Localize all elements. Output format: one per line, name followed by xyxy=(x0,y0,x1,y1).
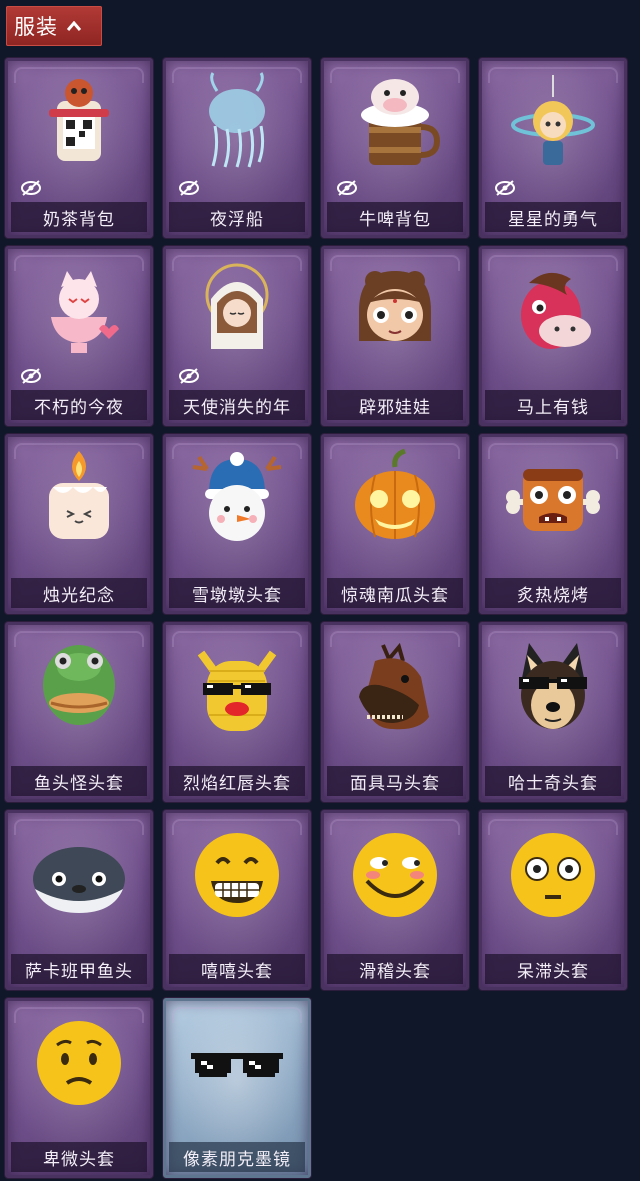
item-card[interactable]: 惊魂南瓜头套 xyxy=(321,434,469,614)
item-name: 像素朋克墨镜 xyxy=(169,1142,305,1172)
item-card[interactable]: 辟邪娃娃 xyxy=(321,246,469,426)
item-name: 滑稽头套 xyxy=(327,954,463,984)
dazed-emoji-icon xyxy=(503,823,603,927)
chevron-up-icon xyxy=(66,19,82,34)
item-card[interactable]: 萨卡班甲鱼头 xyxy=(5,810,153,990)
item-card[interactable]: 烛光纪念 xyxy=(5,434,153,614)
milk-tea-backpack-icon xyxy=(29,71,129,175)
item-name: 嘻嘻头套 xyxy=(169,954,305,984)
sacabambaspis-icon xyxy=(29,823,129,927)
red-horse-head-icon xyxy=(503,259,603,363)
grin-emoji-icon xyxy=(187,823,287,927)
item-card[interactable]: 哈士奇头套 xyxy=(479,622,627,802)
husky-head-icon xyxy=(503,635,603,739)
yellow-mask-icon xyxy=(187,635,287,739)
eye-hidden-icon[interactable] xyxy=(336,180,358,196)
item-card[interactable]: 卑微头套 xyxy=(5,998,153,1178)
item-name: 星星的勇气 xyxy=(485,202,621,232)
item-grid: 奶茶背包 夜浮船 牛啤背包 星星的勇气不朽的今夜 天使消失的年 辟邪娃娃 马上有钱烛光纪念雪… xyxy=(5,58,627,1178)
item-card[interactable]: 滑稽头套 xyxy=(321,810,469,990)
item-card[interactable]: 像素朋克墨镜 xyxy=(163,998,311,1178)
eye-hidden-icon[interactable] xyxy=(178,368,200,384)
item-card[interactable]: 不朽的今夜 xyxy=(5,246,153,426)
item-card[interactable]: 雪墩墩头套 xyxy=(163,434,311,614)
item-card[interactable]: 呆滞头套 xyxy=(479,810,627,990)
item-name: 炙热烧烤 xyxy=(485,578,621,608)
humble-emoji-icon xyxy=(29,1011,129,1115)
item-card[interactable]: 天使消失的年 xyxy=(163,246,311,426)
item-card[interactable]: 马上有钱 xyxy=(479,246,627,426)
item-name: 夜浮船 xyxy=(169,202,305,232)
item-name: 卑微头套 xyxy=(11,1142,147,1172)
bbq-meat-icon xyxy=(503,447,603,551)
doll-head-icon xyxy=(345,259,445,363)
item-card[interactable]: 烈焰红唇头套 xyxy=(163,622,311,802)
item-name: 惊魂南瓜头套 xyxy=(327,578,463,608)
angel-girl-icon xyxy=(187,259,287,363)
item-name: 不朽的今夜 xyxy=(11,390,147,420)
item-card[interactable]: 星星的勇气 xyxy=(479,58,627,238)
item-card[interactable]: 面具马头套 xyxy=(321,622,469,802)
item-name: 鱼头怪头套 xyxy=(11,766,147,796)
item-name: 天使消失的年 xyxy=(169,390,305,420)
pumpkin-head-icon xyxy=(345,447,445,551)
pixel-sunglasses-icon xyxy=(187,1011,287,1115)
fish-head-icon xyxy=(29,635,129,739)
horse-mask-icon xyxy=(345,635,445,739)
item-name: 面具马头套 xyxy=(327,766,463,796)
eye-hidden-icon[interactable] xyxy=(494,180,516,196)
snowman-head-icon xyxy=(187,447,287,551)
item-card[interactable]: 嘻嘻头套 xyxy=(163,810,311,990)
candle-head-icon xyxy=(29,447,129,551)
item-name: 呆滞头套 xyxy=(485,954,621,984)
item-name: 马上有钱 xyxy=(485,390,621,420)
item-card[interactable]: 奶茶背包 xyxy=(5,58,153,238)
eye-hidden-icon[interactable] xyxy=(178,180,200,196)
item-card[interactable]: 炙热烧烤 xyxy=(479,434,627,614)
item-name: 烈焰红唇头套 xyxy=(169,766,305,796)
funny-emoji-icon xyxy=(345,823,445,927)
item-name: 牛啤背包 xyxy=(327,202,463,232)
item-card[interactable]: 夜浮船 xyxy=(163,58,311,238)
item-card[interactable]: 牛啤背包 xyxy=(321,58,469,238)
eye-hidden-icon[interactable] xyxy=(20,368,42,384)
item-name: 烛光纪念 xyxy=(11,578,147,608)
fox-cup-icon xyxy=(29,259,129,363)
star-prince-icon xyxy=(503,71,603,175)
item-name: 奶茶背包 xyxy=(11,202,147,232)
category-label: 服装 xyxy=(14,15,58,39)
category-header-clothing[interactable]: 服装 xyxy=(6,6,102,46)
jellyfish-icon xyxy=(187,71,287,175)
cow-beer-mug-icon xyxy=(345,71,445,175)
item-name: 辟邪娃娃 xyxy=(327,390,463,420)
item-card[interactable]: 鱼头怪头套 xyxy=(5,622,153,802)
item-name: 萨卡班甲鱼头 xyxy=(11,954,147,984)
item-name: 哈士奇头套 xyxy=(485,766,621,796)
eye-hidden-icon[interactable] xyxy=(20,180,42,196)
item-name: 雪墩墩头套 xyxy=(169,578,305,608)
